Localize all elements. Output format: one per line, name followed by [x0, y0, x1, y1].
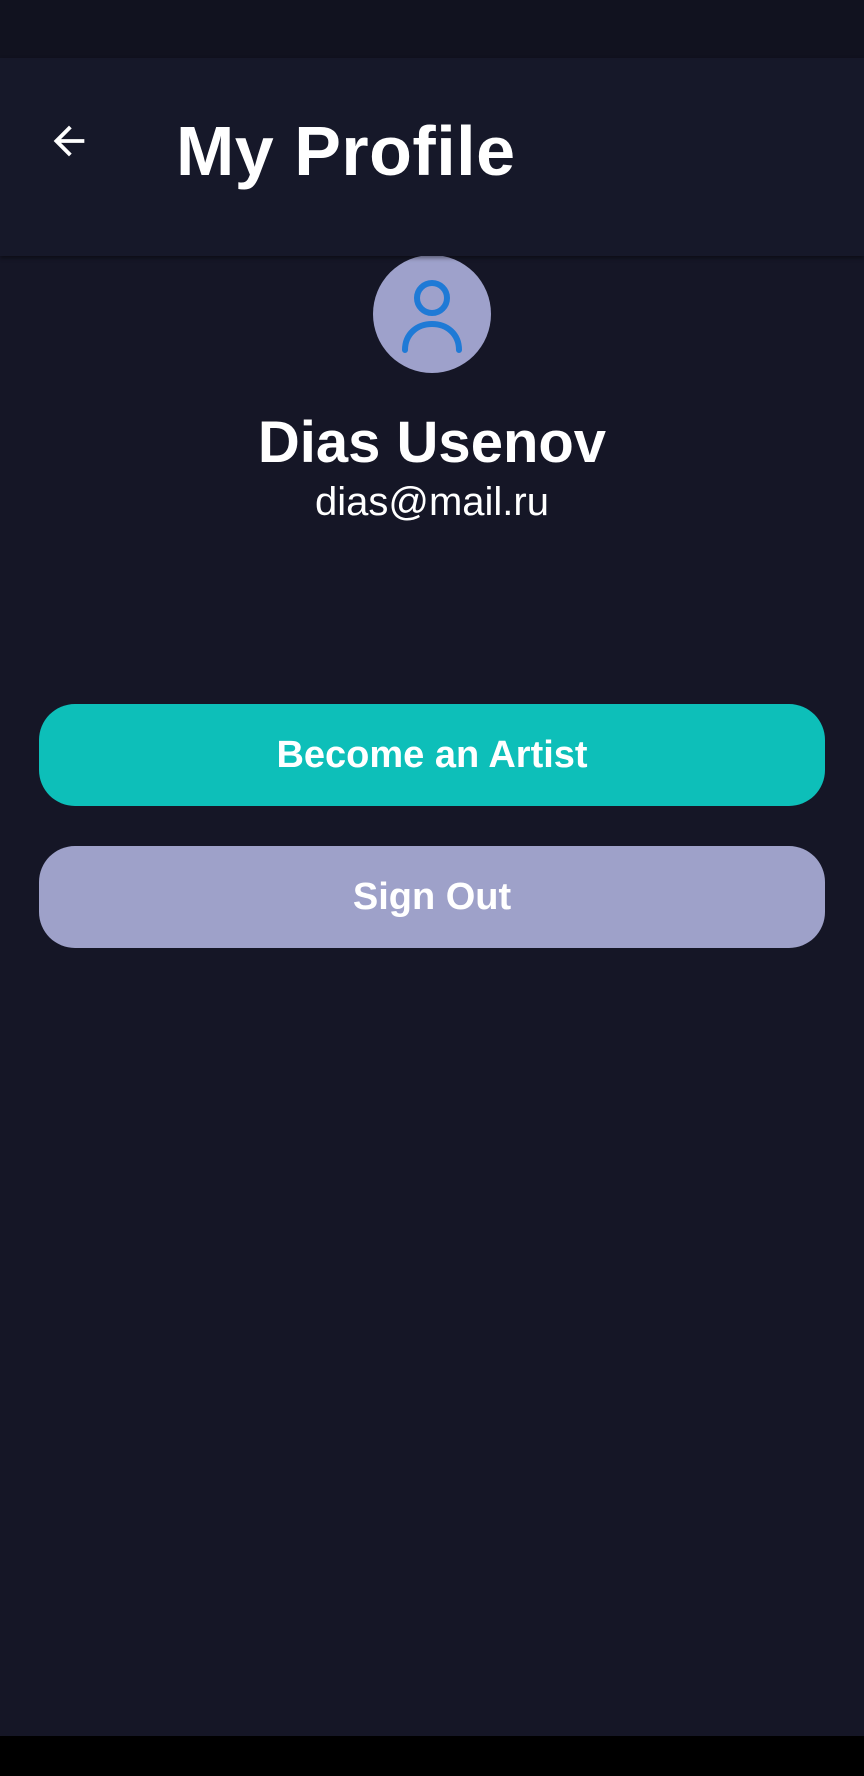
- sign-out-button[interactable]: Sign Out: [39, 846, 825, 948]
- avatar: [373, 255, 491, 373]
- become-artist-button[interactable]: Become an Artist: [39, 704, 825, 806]
- app-bar: My Profile: [0, 58, 864, 256]
- page-title: My Profile: [176, 112, 516, 190]
- person-icon: [402, 280, 462, 353]
- arrow-left-icon: [53, 125, 85, 157]
- system-navigation-bar: [0, 1736, 864, 1776]
- status-bar: [0, 0, 864, 58]
- user-email: dias@mail.ru: [314, 480, 549, 524]
- profile-screen: My Profile Dias Usenov dias@mail.ru Beco…: [0, 0, 864, 1776]
- back-button[interactable]: [30, 102, 108, 180]
- user-name: Dias Usenov: [257, 410, 607, 475]
